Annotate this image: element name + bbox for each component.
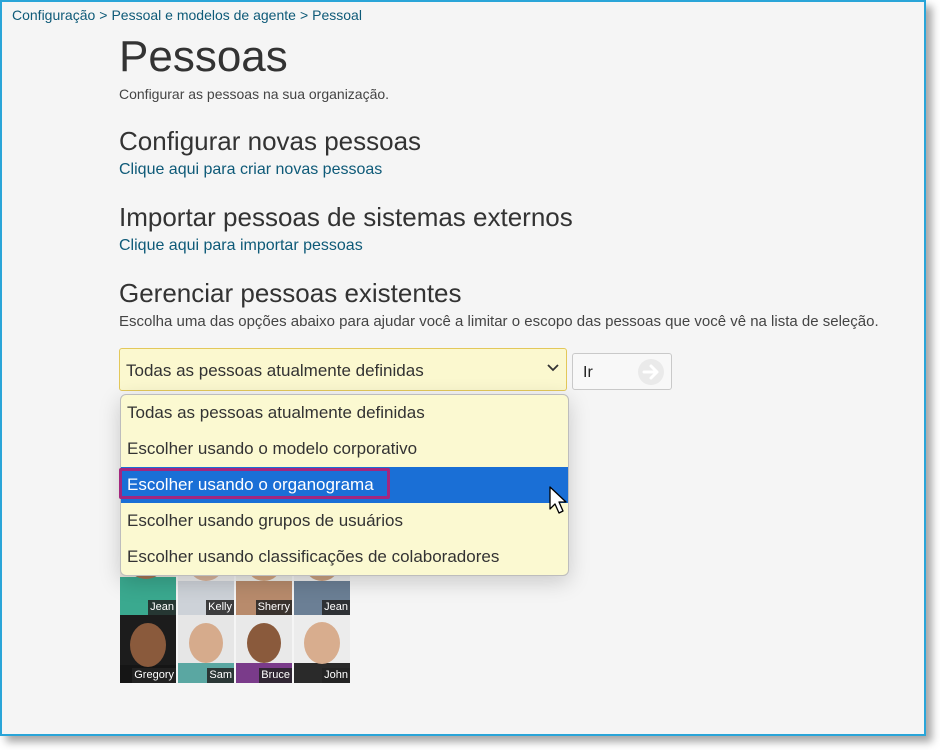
person-tile[interactable]: Sam (178, 615, 234, 683)
people-filter-selected-value: Todas as pessoas atualmente definidas (126, 361, 424, 380)
person-tile[interactable]: Gregory (120, 615, 176, 683)
dropdown-option-active[interactable]: Escolher usando o organograma (121, 467, 568, 503)
section-title-manage-people: Gerenciar pessoas existentes (119, 278, 462, 308)
person-name: Jean (322, 600, 350, 615)
import-people-link[interactable]: Clique aqui para importar pessoas (119, 237, 363, 255)
go-button-label: Ir (583, 364, 593, 381)
person-name: John (322, 668, 350, 683)
dropdown-option[interactable]: Escolher usando o modelo corporativo (121, 431, 568, 467)
page-description: Configurar as pessoas na sua organização… (119, 86, 390, 102)
person-name: Bruce (259, 668, 292, 683)
breadcrumb: Configuração > Pessoal e modelos de agente… (12, 7, 362, 23)
breadcrumb-separator: > (99, 7, 108, 23)
breadcrumb-configuracao[interactable]: Configuração (12, 7, 95, 23)
mouse-pointer-icon (549, 486, 567, 514)
section-title-import-people: Importar pessoas de sistemas externos (119, 202, 573, 232)
breadcrumb-pessoal[interactable]: Pessoal (312, 7, 362, 23)
dropdown-option[interactable]: Todas as pessoas atualmente definidas (121, 395, 568, 431)
chevron-down-icon (547, 364, 559, 372)
page-title: Pessoas (119, 32, 288, 81)
breadcrumb-pessoal-modelos[interactable]: Pessoal e modelos de agente (111, 7, 295, 23)
dropdown-option[interactable]: Escolher usando grupos de usuários (121, 503, 568, 539)
person-name: Gregory (132, 668, 176, 683)
page-frame: Configuração > Pessoal e modelos de agente… (0, 0, 926, 736)
dropdown-option[interactable]: Escolher usando classificações de colabo… (121, 539, 568, 575)
section-title-new-people: Configurar novas pessoas (119, 126, 422, 156)
manage-people-description: Escolha uma das opções abaixo para ajuda… (119, 313, 879, 330)
breadcrumb-separator: > (299, 7, 309, 23)
people-filter-select[interactable]: Todas as pessoas atualmente definidas (119, 348, 567, 391)
create-people-link[interactable]: Clique aqui para criar novas pessoas (119, 161, 382, 179)
person-name: Sam (207, 668, 234, 683)
arrow-right-circle-icon (638, 359, 664, 385)
person-name: Sherry (255, 600, 292, 615)
people-filter-dropdown-list: Todas as pessoas atualmente definidas Es… (120, 394, 569, 576)
person-tile[interactable]: John (294, 615, 350, 683)
go-button[interactable]: Ir (572, 353, 672, 390)
person-name: Kelly (206, 600, 234, 615)
person-tile[interactable]: Bruce (236, 615, 292, 683)
person-name: Jean (148, 600, 176, 615)
